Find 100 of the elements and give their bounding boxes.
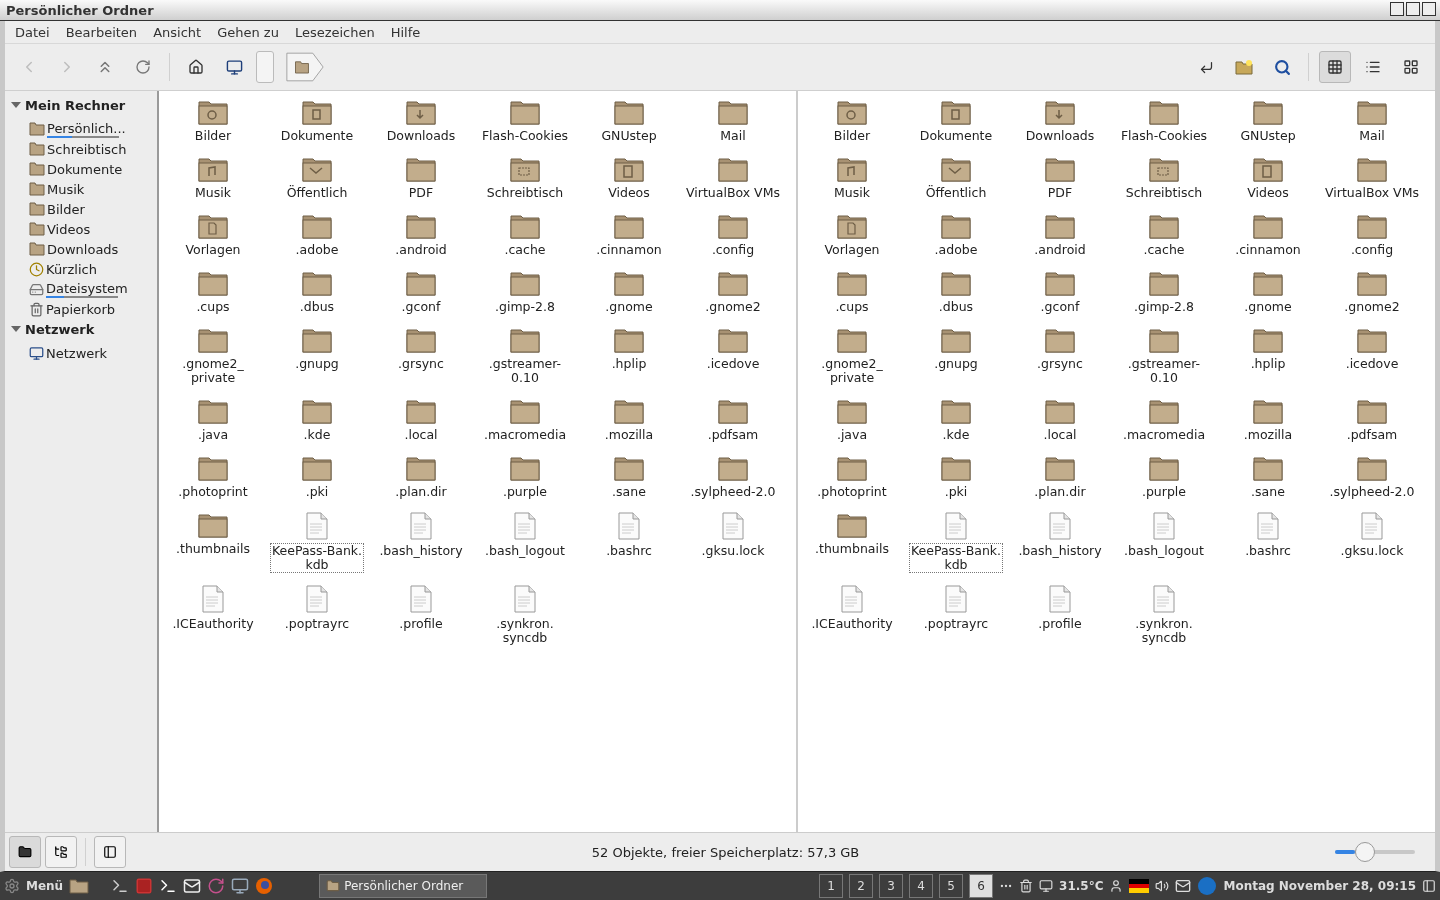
expander-icon[interactable] [11, 102, 21, 108]
file-name[interactable]: .pki [303, 484, 331, 500]
file-name[interactable]: .mozilla [602, 427, 656, 443]
volume-icon[interactable] [1155, 879, 1170, 893]
file-name[interactable]: .profile [397, 616, 445, 632]
sidebar-mode-button[interactable] [45, 836, 77, 868]
file-name[interactable]: .gstreamer- 0.10 [486, 356, 564, 386]
file-name[interactable]: .gnome [1242, 299, 1294, 315]
workspace-button[interactable]: 6 [969, 874, 994, 898]
file-name[interactable]: .bash_history [377, 543, 465, 559]
file-name[interactable]: .gnome [603, 299, 655, 315]
file-name[interactable]: .poptrayrc [921, 616, 991, 632]
file-name[interactable]: .dbus [297, 299, 337, 315]
file-name[interactable]: .synkron. syncdb [494, 616, 556, 646]
flag-icon[interactable] [1129, 879, 1150, 893]
workspace-button[interactable]: 4 [909, 874, 934, 898]
file-name[interactable]: .gconf [1038, 299, 1082, 315]
file-name[interactable]: .synkron. syncdb [1133, 616, 1195, 646]
file-name[interactable]: .android [393, 242, 449, 258]
file-name[interactable]: .plan.dir [393, 484, 449, 500]
trash-icon[interactable] [1019, 879, 1034, 893]
file-name[interactable]: .java [834, 427, 870, 443]
file-name[interactable]: .bash_logout [483, 543, 567, 559]
close-button[interactable] [1422, 1, 1436, 16]
file-name[interactable]: .macromedia [1120, 427, 1208, 443]
slider-thumb[interactable] [1355, 842, 1375, 862]
file-name[interactable]: .kde [940, 427, 972, 443]
file-name[interactable]: .gnupg [932, 356, 980, 372]
file-name[interactable]: .gnome2 [703, 299, 763, 315]
sidebar-item[interactable]: Kürzlich [46, 261, 97, 277]
file-name[interactable]: .adobe [293, 242, 341, 258]
file-name[interactable]: .gksu.lock [1338, 543, 1406, 559]
file-name[interactable]: .java [195, 427, 231, 443]
file-name[interactable]: Schreibtisch [1123, 185, 1205, 201]
file-name[interactable]: Downloads [384, 128, 458, 144]
menu-item[interactable]: Hilfe [382, 24, 429, 40]
file-name[interactable]: .config [709, 242, 757, 258]
file-name[interactable]: .photoprint [815, 484, 889, 500]
file-name[interactable]: .adobe [932, 242, 980, 258]
clock[interactable]: Montag November 28, 09:15 [1223, 879, 1416, 893]
terminal-icon[interactable] [159, 877, 178, 895]
file-name[interactable]: .sylpheed-2.0 [1327, 484, 1417, 500]
menu-item[interactable]: Ansicht [145, 24, 210, 40]
monitor-icon[interactable] [1039, 879, 1054, 893]
file-name[interactable]: .pki [942, 484, 970, 500]
panel-toggle-button[interactable] [94, 836, 126, 868]
file-name[interactable]: .gnome2_ private [819, 356, 885, 386]
file-name[interactable]: KeePass-Bank. kdb [908, 543, 1004, 573]
file-name[interactable]: .hplip [609, 356, 649, 372]
file-name[interactable]: .bash_logout [1122, 543, 1206, 559]
file-name[interactable]: .photoprint [176, 484, 250, 500]
file-name[interactable]: Musik [193, 185, 233, 201]
file-name[interactable]: .mozilla [1241, 427, 1295, 443]
sync-icon[interactable] [207, 877, 226, 895]
file-name[interactable]: .grsync [396, 356, 446, 372]
workspace-button[interactable]: 1 [819, 874, 844, 898]
file-name[interactable]: Videos [606, 185, 652, 201]
menu-item[interactable]: Bearbeiten [57, 24, 146, 40]
file-name[interactable]: Schreibtisch [484, 185, 566, 201]
file-name[interactable]: VirtualBox VMs [1323, 185, 1421, 201]
sidebar-item[interactable]: Papierkorb [46, 301, 116, 317]
menu-item[interactable]: Gehen zu [209, 24, 287, 40]
file-name[interactable]: Mail [1357, 128, 1387, 144]
sidebar-item[interactable]: Dokumente [47, 161, 123, 177]
file-name[interactable]: .cinnamon [594, 242, 664, 258]
file-name[interactable]: Downloads [1023, 128, 1097, 144]
file-name[interactable]: .purple [1139, 484, 1189, 500]
file-name[interactable]: .grsync [1035, 356, 1085, 372]
file-name[interactable]: .gimp-2.8 [493, 299, 557, 315]
menu-item[interactable]: Datei [7, 24, 58, 40]
taskbar-window-button[interactable]: Persönlicher Ordner [319, 874, 488, 898]
sidebar-item[interactable]: Musik [47, 181, 85, 197]
file-name[interactable]: Bilder [192, 128, 234, 144]
file-name[interactable]: .dbus [936, 299, 976, 315]
file-name[interactable]: .gnome2_ private [180, 356, 246, 386]
file-name[interactable]: .thumbnails [813, 541, 891, 557]
file-name[interactable]: .purple [500, 484, 550, 500]
sidebar-item[interactable]: Netzwerk [46, 345, 108, 361]
file-name[interactable]: .android [1032, 242, 1088, 258]
user-icon[interactable] [1109, 879, 1124, 893]
file-name[interactable]: .poptrayrc [282, 616, 352, 632]
file-name[interactable]: .gimp-2.8 [1132, 299, 1196, 315]
file-name[interactable]: Öffentlich [284, 185, 350, 201]
file-name[interactable]: .cache [502, 242, 548, 258]
file-name[interactable]: .gnupg [293, 356, 341, 372]
file-name[interactable]: .plan.dir [1032, 484, 1088, 500]
maximize-button[interactable] [1406, 1, 1420, 16]
file-name[interactable]: .ICEauthority [809, 616, 895, 632]
file-name[interactable]: Flash-Cookies [1118, 128, 1210, 144]
sidebar-item[interactable]: Videos [47, 221, 91, 237]
expander-icon[interactable] [11, 326, 21, 332]
file-name[interactable]: PDF [406, 185, 436, 201]
file-name[interactable]: Öffentlich [923, 185, 989, 201]
file-name[interactable]: VirtualBox VMs [684, 185, 782, 201]
file-name[interactable]: .macromedia [481, 427, 569, 443]
file-name[interactable]: .thumbnails [174, 541, 252, 557]
file-name[interactable]: .local [1041, 427, 1079, 443]
mail-icon[interactable] [183, 877, 202, 895]
file-name[interactable]: .pdfsam [1344, 427, 1400, 443]
workspace-button[interactable]: 5 [939, 874, 964, 898]
